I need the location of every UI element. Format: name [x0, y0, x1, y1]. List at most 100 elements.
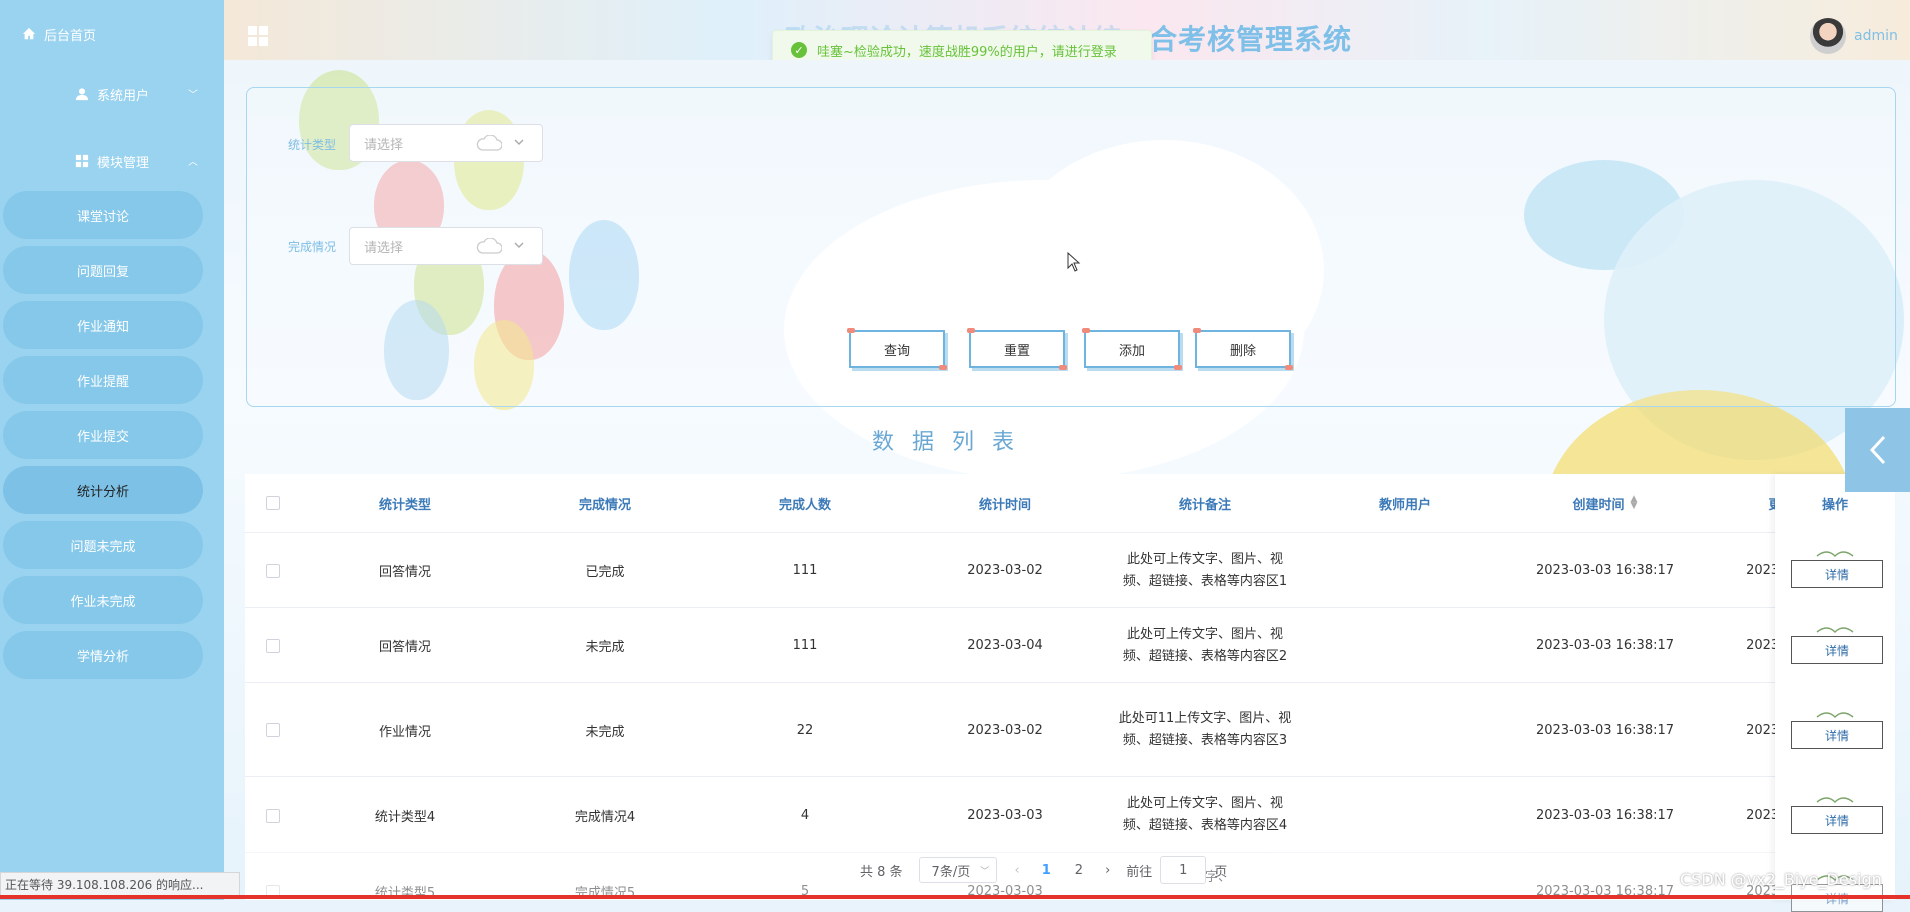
chevron-down-icon [514, 242, 524, 248]
column-header[interactable]: 统计时间 [925, 474, 1085, 532]
row-checkbox[interactable] [266, 809, 280, 823]
cell-created: 2023-03-03 16:38:17 [1535, 722, 1675, 738]
reset-button[interactable]: 重置 [967, 328, 1067, 370]
sidebar-item-question-reply[interactable]: 问题回复 [3, 246, 203, 294]
cell-status: 已完成 [585, 565, 625, 580]
sidebar-item-homework-notice[interactable]: 作业通知 [3, 301, 203, 349]
sidebar-home-label: 后台首页 [44, 28, 97, 44]
cell-count: 4 [800, 807, 810, 823]
sidebar-item-statistics[interactable]: 统计分析 [3, 466, 203, 514]
cell-date: 2023-03-03 [967, 807, 1043, 823]
detail-button[interactable]: 详情 [1791, 721, 1883, 749]
goto-input[interactable]: 1 [1160, 856, 1207, 884]
delete-button[interactable]: 删除 [1193, 328, 1293, 370]
page-size-select[interactable]: 7条/页 ﹀ [918, 857, 997, 883]
leaf-decoration-icon [1816, 627, 1854, 634]
chevron-down-icon: ﹀ [980, 866, 990, 877]
cell-date: 2023-03-02 [967, 563, 1043, 578]
cell-teacher [1325, 533, 1485, 608]
check-circle-icon: ✓ [791, 42, 807, 58]
status-label: 完成情况 [288, 240, 337, 254]
page-size-value: 7条/页 [931, 864, 971, 880]
row-checkbox[interactable] [266, 564, 280, 578]
loading-progress-bar [0, 895, 1910, 899]
sort-icon[interactable]: ▲ ▼ [1631, 495, 1638, 511]
cell-type: 统计类型4 [374, 809, 436, 825]
avatar[interactable] [1810, 18, 1846, 54]
sidebar-item-label: 课堂讨论 [76, 209, 129, 225]
sidebar-item-homework-incomplete[interactable]: 作业未完成 [3, 576, 203, 624]
page-title: 合考核管理系统 [1149, 23, 1353, 56]
sidebar-item-question-incomplete[interactable]: 问题未完成 [3, 521, 203, 569]
page-unit-label: 页 [1214, 864, 1228, 880]
row-checkbox[interactable] [266, 639, 280, 653]
select-all-checkbox[interactable] [266, 496, 280, 510]
cell-type: 回答情况 [378, 640, 431, 655]
username[interactable]: admin [1854, 28, 1898, 44]
grid-icon [75, 154, 89, 168]
cell-teacher [1325, 683, 1485, 777]
sidebar-item-homework-submit[interactable]: 作业提交 [3, 411, 203, 459]
column-header[interactable]: 完成情况 [525, 474, 685, 532]
menu-grid-icon[interactable] [247, 25, 269, 47]
column-header-sortable[interactable]: 创建时间 ▲ ▼ [1525, 474, 1685, 532]
sidebar-item-label: 作业未完成 [70, 594, 136, 610]
table-row: 回答情况 未完成 111 2023-03-04 此处可上传文字、图片、视频、超链… [245, 607, 1895, 683]
pagination-total: 共 8 条 [860, 864, 903, 880]
cell-note: 此处可上传文字、图片、视频、超链接、表格等内容区2 [1122, 626, 1288, 664]
status-select[interactable]: 请选择 [349, 227, 543, 265]
column-header[interactable]: 统计类型 [325, 474, 485, 532]
query-button[interactable]: 查询 [847, 328, 947, 370]
column-header[interactable]: 完成人数 [725, 474, 885, 532]
sidebar-system-users[interactable]: 系统用户 ﹀ [0, 74, 224, 114]
goto-label: 前往 [1126, 864, 1153, 880]
page-number[interactable]: 1 [1042, 863, 1051, 878]
cell-created: 2023-03-03 16:38:17 [1535, 563, 1675, 578]
chevron-up-icon: ︿ [188, 157, 198, 168]
detail-button[interactable]: 详情 [1791, 806, 1883, 834]
add-button[interactable]: 添加 [1082, 328, 1182, 370]
type-label: 统计类型 [288, 138, 337, 152]
list-title: 数据列表 [872, 430, 1033, 455]
detail-button[interactable]: 详情 [1791, 560, 1883, 588]
sidebar-item-classroom-discussion[interactable]: 课堂讨论 [3, 191, 203, 239]
prev-page-icon[interactable]: ‹ [1015, 863, 1020, 878]
pagination: 共 8 条 7条/页 ﹀ ‹ 1 2 › 前往 1 页 [860, 855, 1227, 885]
column-header[interactable]: 教师用户 [1325, 474, 1485, 532]
type-select-placeholder: 请选择 [364, 137, 404, 153]
home-icon [22, 27, 36, 40]
page-number[interactable]: 2 [1075, 863, 1083, 878]
sidebar-module-mgmt[interactable]: 模块管理 ︿ [0, 141, 224, 181]
next-page-icon[interactable]: › [1105, 863, 1110, 878]
row-checkbox[interactable] [266, 723, 280, 737]
cell-count: 111 [792, 563, 818, 578]
sidebar-module-mgmt-label: 模块管理 [96, 155, 149, 171]
cell-type: 作业情况 [378, 724, 431, 740]
cell-note: 此处可11上传文字、图片、视频、超链接、表格等内容区3 [1118, 711, 1292, 748]
sidebar-item-label: 作业通知 [76, 319, 129, 335]
cell-status: 完成情况5 [574, 885, 636, 901]
collapse-panel-button[interactable] [1845, 408, 1910, 492]
cell-type: 回答情况 [378, 565, 431, 580]
leaf-decoration-icon [1816, 712, 1854, 719]
type-select[interactable]: 请选择 [349, 124, 543, 162]
chevron-down-icon [514, 139, 524, 145]
cell-created: 2023-03-03 16:38:17 [1535, 638, 1675, 653]
sidebar-item-learning-analysis[interactable]: 学情分析 [3, 631, 203, 679]
cell-count: 111 [792, 638, 818, 653]
detail-button[interactable]: 详情 [1791, 636, 1883, 664]
browser-status-bar: 正在等待 39.108.108.206 的响应... [0, 872, 240, 896]
cell-created: 2023-03-03 16:38:17 [1535, 883, 1675, 899]
sidebar-item-homework-reminder[interactable]: 作业提醒 [3, 356, 203, 404]
column-header-label: 创建时间 [1572, 497, 1625, 513]
cell-status: 未完成 [585, 724, 625, 740]
sidebar-home[interactable]: 后台首页 [0, 14, 246, 54]
column-header[interactable]: 统计备注 [1125, 474, 1285, 532]
sidebar: 后台首页 系统用户 ﹀ 模块管理 ︿ 课堂讨论 问题回复 作业通知 作业提醒 作… [0, 0, 224, 900]
leaf-decoration-icon [1816, 551, 1854, 558]
cell-teacher [1325, 777, 1485, 853]
cell-teacher [1325, 608, 1485, 683]
table-row: 作业情况 未完成 22 2023-03-02 此处可11上传文字、图片、视频、超… [245, 682, 1895, 777]
cloud-icon [476, 135, 502, 151]
mouse-cursor-icon [1067, 252, 1081, 272]
